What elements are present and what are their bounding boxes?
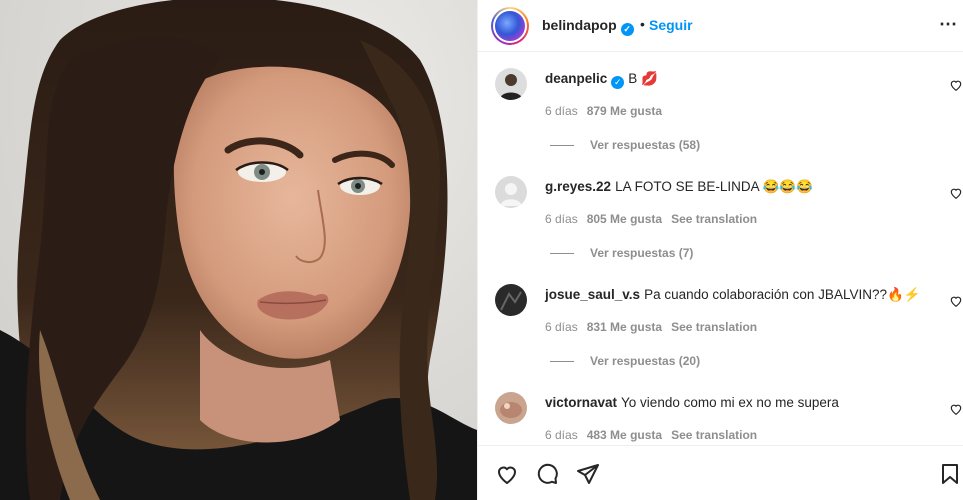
view-replies-button[interactable]: Ver respuestas (58) <box>550 138 700 152</box>
comment-likes[interactable]: 805 Me gusta <box>587 212 662 226</box>
commenter-avatar[interactable] <box>495 392 527 424</box>
comment-item: deanpelic ✓ B 💋 6 días 879 Me gusta Ver res… <box>478 52 963 160</box>
view-replies-button[interactable]: Ver respuestas (20) <box>550 354 700 368</box>
comment-like-heart-icon[interactable] <box>949 294 963 308</box>
comment-likes[interactable]: 879 Me gusta <box>587 104 662 118</box>
portrait-photo-graphic <box>0 0 477 500</box>
comment-time[interactable]: 6 días <box>545 104 578 118</box>
comment-body: deanpelic ✓ B 💋 <box>545 71 935 89</box>
post-panel: belindapop ✓ • Seguir ⋯ deanpelic ✓ B 💋 6 d… <box>477 0 963 500</box>
post-actions-bar <box>478 445 963 500</box>
post-photo[interactable] <box>0 0 477 500</box>
commenter-avatar[interactable] <box>495 176 527 208</box>
comment-body: g.reyes.22 LA FOTO SE BE-LINDA 😂😂😂 <box>545 179 935 195</box>
comment-meta: 6 días 805 Me gusta See translation <box>545 212 766 226</box>
comment-meta: 6 días 879 Me gusta <box>545 104 671 118</box>
comment-item: g.reyes.22 LA FOTO SE BE-LINDA 😂😂😂 6 días… <box>478 160 963 268</box>
comment-text: Yo viendo como mi ex no me supera <box>621 395 839 410</box>
see-translation-link[interactable]: See translation <box>671 320 757 334</box>
comment-meta: 6 días 831 Me gusta See translation <box>545 320 766 334</box>
post-header: belindapop ✓ • Seguir ⋯ <box>478 0 963 52</box>
commenter-avatar[interactable] <box>495 284 527 316</box>
comment-text: Pa cuando colaboración con JBALVIN??🔥⚡ <box>644 287 921 302</box>
share-icon[interactable] <box>576 462 600 486</box>
author-username[interactable]: belindapop ✓ <box>542 17 634 36</box>
author-avatar[interactable] <box>491 7 529 45</box>
comment-like-heart-icon[interactable] <box>949 186 963 200</box>
heart-icon[interactable] <box>495 462 519 486</box>
see-translation-link[interactable]: See translation <box>671 212 757 226</box>
comment-text: LA FOTO SE BE-LINDA 😂😂😂 <box>615 179 814 194</box>
more-options-icon[interactable]: ⋯ <box>939 15 958 33</box>
comment-like-heart-icon[interactable] <box>949 78 963 92</box>
comment-time[interactable]: 6 días <box>545 428 578 442</box>
verified-badge-icon: ✓ <box>620 23 634 36</box>
comment-meta: 6 días 483 Me gusta See translation <box>545 428 766 442</box>
comment-username[interactable]: g.reyes.22 <box>545 179 611 194</box>
follow-button[interactable]: Seguir <box>649 17 693 33</box>
comment-text: B 💋 <box>628 71 658 86</box>
comments-list[interactable]: deanpelic ✓ B 💋 6 días 879 Me gusta Ver res… <box>478 52 963 445</box>
comment-username[interactable]: victornavat <box>545 395 617 410</box>
see-translation-link[interactable]: See translation <box>671 428 757 442</box>
comment-body: josue_saul_v.s Pa cuando colaboración con… <box>545 287 935 303</box>
comment-time[interactable]: 6 días <box>545 320 578 334</box>
commenter-avatar[interactable] <box>495 68 527 100</box>
comment-likes[interactable]: 483 Me gusta <box>587 428 662 442</box>
comment-body: victornavat Yo viendo como mi ex no me su… <box>545 395 935 410</box>
view-replies-button[interactable]: Ver respuestas (7) <box>550 246 693 260</box>
comment-likes[interactable]: 831 Me gusta <box>587 320 662 334</box>
comment-icon[interactable] <box>535 462 559 486</box>
comment-username[interactable]: deanpelic <box>545 71 607 86</box>
separator-dot: • <box>640 16 645 32</box>
comment-like-heart-icon[interactable] <box>949 402 963 416</box>
comment-item: victornavat Yo viendo como mi ex no me su… <box>478 376 963 445</box>
save-icon[interactable] <box>938 462 962 486</box>
comment-item: josue_saul_v.s Pa cuando colaboración con… <box>478 268 963 376</box>
comment-username[interactable]: josue_saul_v.s <box>545 287 640 302</box>
comment-time[interactable]: 6 días <box>545 212 578 226</box>
verified-badge-icon: ✓ <box>611 76 625 89</box>
